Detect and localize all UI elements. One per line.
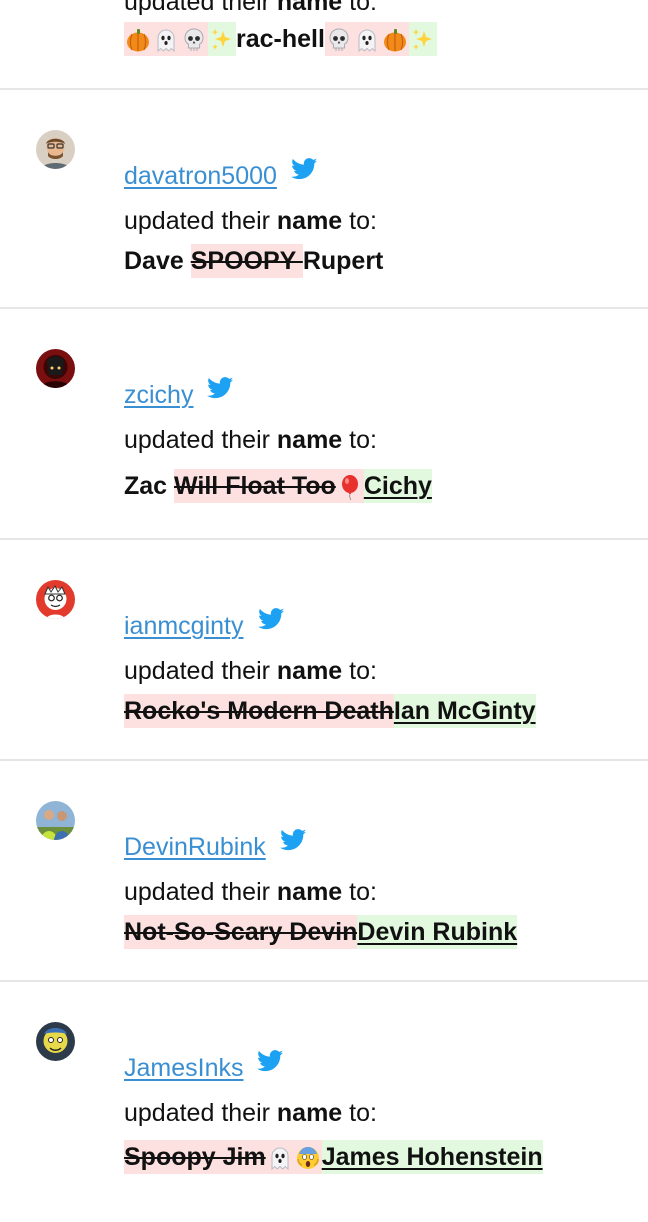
update-description: updated their name to: [124,206,377,236]
deleted-name-part: Rocko's Modern Death [124,694,394,728]
avatar-image [36,1022,75,1061]
balloon-icon [337,474,363,500]
skull-icon [181,27,207,53]
deleted-name-part: Not-So-Scary Devin [124,915,358,949]
update-field: name [276,426,343,454]
deleted-name-text: Spoopy Jim [124,1143,266,1171]
username-link[interactable]: ianmcginty [124,612,244,641]
ghost-icon [354,27,380,53]
avatar-image [36,349,75,388]
inserted-name-part: James Hohenstein [321,1140,543,1174]
deleted-name-part: SPOOPY [190,244,303,278]
avatar[interactable] [36,1022,75,1061]
user-row: JamesInks [124,1054,284,1083]
name-diff: Zac Will Float Too Cichy [124,469,432,503]
kept-name-part: Rupert [302,247,384,275]
avatar-image [36,801,75,840]
twitter-bird-icon[interactable] [291,158,318,180]
activity-feed: updated their name to: rac-hell davatron… [0,0,648,1222]
user-row: davatron5000 [124,162,318,191]
update-prefix: updated their [124,657,277,685]
update-field: name [276,878,343,906]
avatar-image [36,130,75,169]
update-suffix: to: [342,207,377,235]
deleted-name-part: Spoopy Jim [124,1140,322,1174]
update-field: name [276,1099,343,1127]
inserted-name-part: Devin Rubink [357,915,518,949]
avatar[interactable] [36,580,75,619]
update-field: name [276,207,343,235]
feed-entry: DevinRubink updated their name to: Not-S… [0,761,648,982]
inserted-name-part: Cichy [363,469,432,503]
update-suffix: to: [342,878,377,906]
username-link[interactable]: DevinRubink [124,833,266,862]
ghost-icon [153,27,179,53]
inserted-name-part: Ian McGinty [393,694,536,728]
feed-entry: davatron5000 updated their name to: Dave… [0,90,648,309]
pumpkin-icon [125,27,151,53]
kept-name-part: rac-hell [236,25,325,53]
deleted-name-part [324,22,409,56]
avatar[interactable] [36,349,75,388]
scream-cat-icon [295,1145,321,1171]
update-prefix: updated their [124,0,277,16]
twitter-bird-icon[interactable] [207,377,234,399]
feed-entry-partial: updated their name to: rac-hell [0,0,648,90]
update-description: updated their name to: [124,877,377,907]
name-diff: rac-hell [124,22,437,56]
feed-entry: JamesInks updated their name to: Spoopy … [0,982,648,1222]
twitter-bird-icon[interactable] [280,829,307,851]
kept-name-part: Zac [124,472,175,500]
user-row: zcichy [124,381,234,410]
username-link[interactable]: zcichy [124,381,193,410]
name-diff: Not-So-Scary Devin Devin Rubink [124,915,518,949]
username-link[interactable]: davatron5000 [124,162,277,191]
skull-icon [326,27,352,53]
twitter-bird-icon[interactable] [258,608,285,630]
deleted-name-text: Will Float Too [174,472,336,500]
update-field: name [276,657,343,685]
user-row: ianmcginty [124,612,285,641]
sparkles-icon [209,27,235,53]
deleted-name-part [124,22,208,56]
update-suffix: to: [342,426,377,454]
name-diff: Spoopy Jim James Hohenstein [124,1140,543,1174]
sparkles-icon [410,27,436,53]
update-description: updated their name to: [124,656,377,686]
update-description: updated their name to: [124,425,377,455]
update-description: updated their name to: [124,1098,377,1128]
user-row: DevinRubink [124,833,307,862]
kept-name-part: Dave [124,247,191,275]
twitter-bird-icon[interactable] [257,1050,284,1072]
ghost-icon [267,1145,293,1171]
name-diff: Rocko's Modern Death Ian McGinty [124,694,536,728]
update-prefix: updated their [124,1099,277,1127]
update-suffix: to: [342,0,377,16]
inserted-name-part [208,22,236,56]
update-prefix: updated their [124,207,277,235]
feed-entry: ianmcginty updated their name to: Rocko'… [0,540,648,761]
avatar[interactable] [36,801,75,840]
name-diff: Dave SPOOPY Rupert [124,244,383,278]
pumpkin-icon [382,27,408,53]
username-link[interactable]: JamesInks [124,1054,243,1083]
avatar-image [36,580,75,619]
avatar[interactable] [36,130,75,169]
update-field: name [276,0,343,16]
update-suffix: to: [342,657,377,685]
update-prefix: updated their [124,878,277,906]
update-suffix: to: [342,1099,377,1127]
deleted-name-part: Will Float Too [174,469,364,503]
feed-entry: zcichy updated their name to: Zac Will F… [0,309,648,540]
update-description: updated their name to: [124,0,377,16]
inserted-name-part [408,22,437,56]
update-prefix: updated their [124,426,277,454]
